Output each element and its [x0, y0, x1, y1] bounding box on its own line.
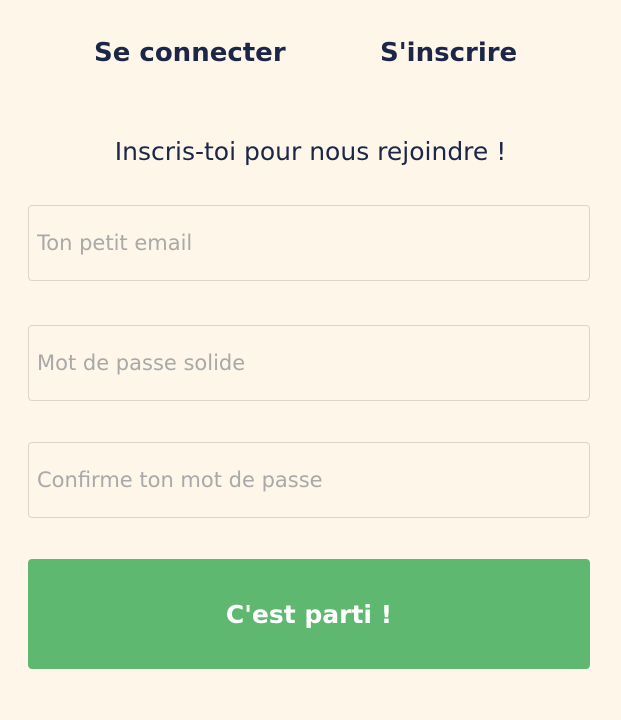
auth-tabs: Se connecter S'inscrire [0, 0, 621, 110]
submit-button[interactable]: C'est parti ! [28, 559, 590, 669]
tab-signup[interactable]: S'inscrire [380, 38, 517, 68]
form-subtitle: Inscris-toi pour nous rejoindre ! [114, 137, 507, 166]
confirm-password-field[interactable] [28, 442, 590, 518]
password-field[interactable] [28, 325, 590, 401]
tab-login[interactable]: Se connecter [94, 38, 286, 68]
email-field[interactable] [28, 205, 590, 281]
